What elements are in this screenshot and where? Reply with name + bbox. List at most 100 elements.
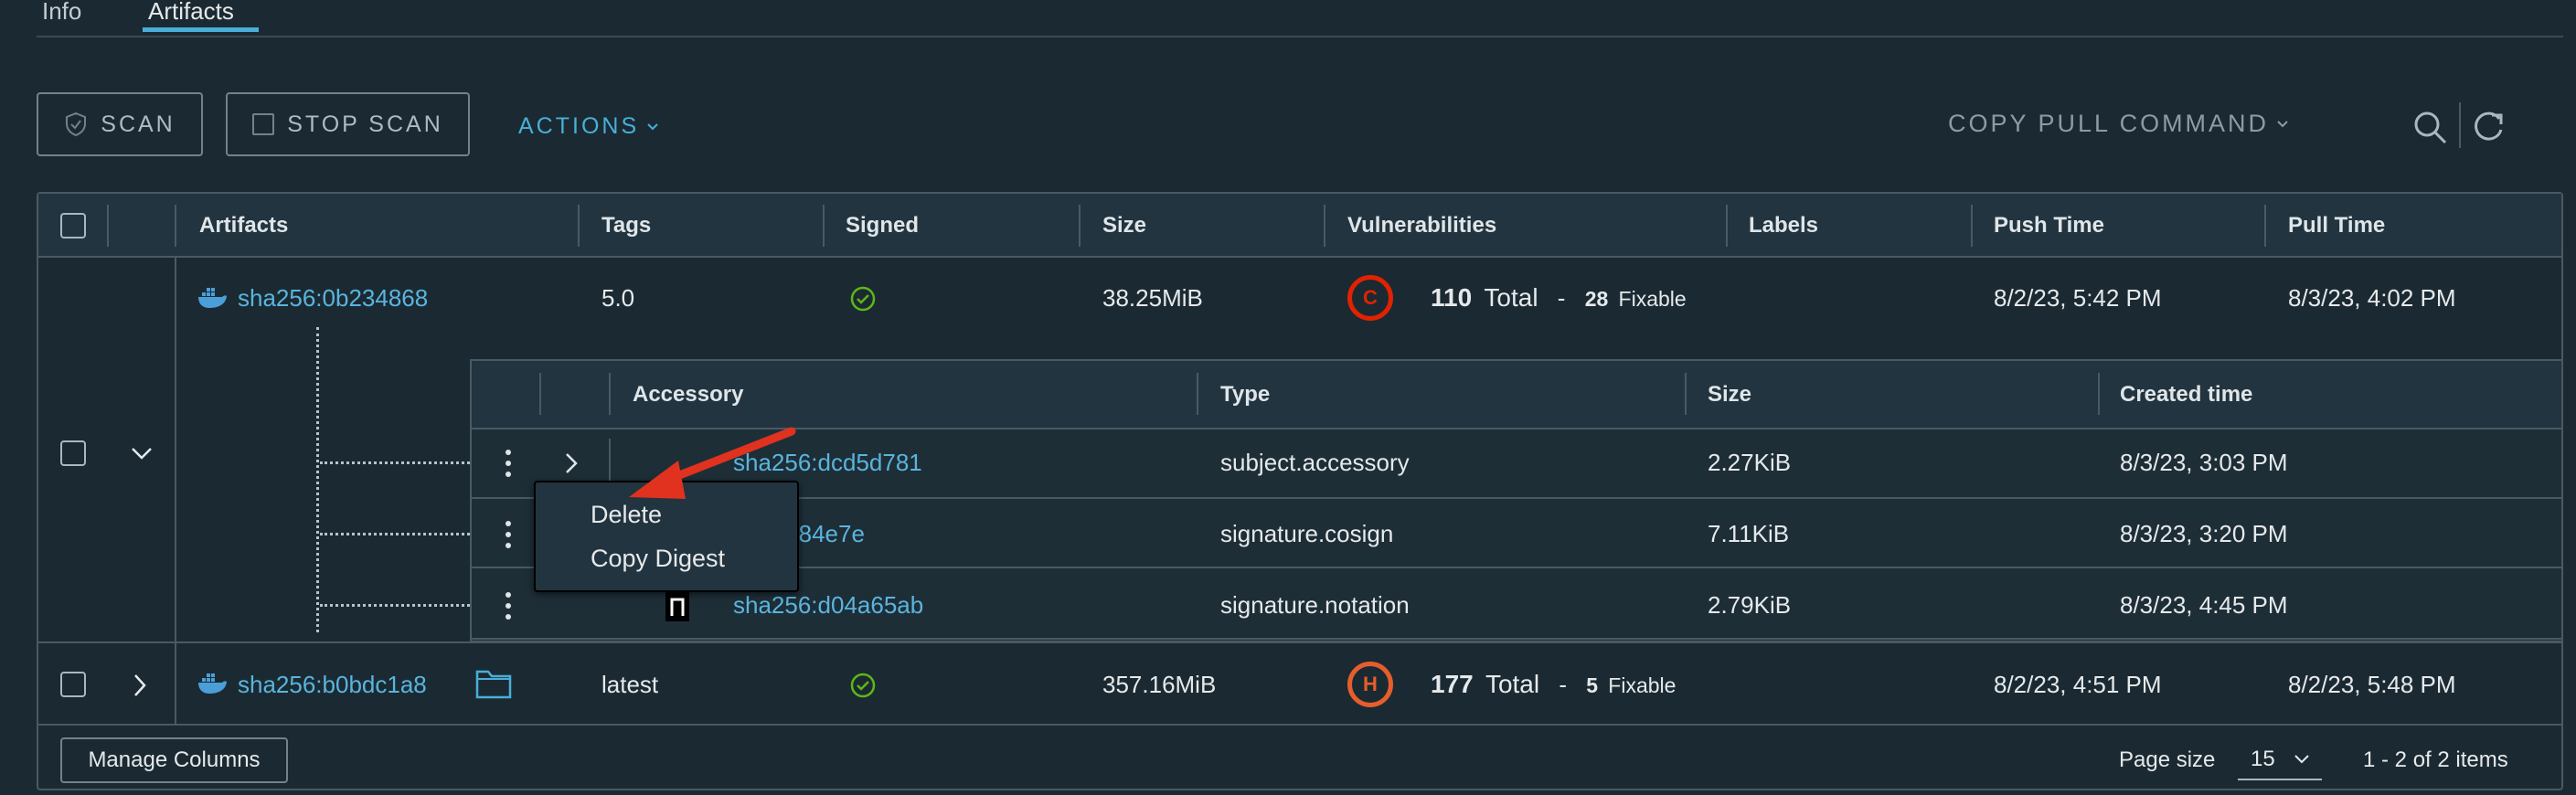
active-tab-indicator	[143, 27, 259, 32]
row-divider	[38, 641, 2561, 643]
header-separator	[539, 373, 541, 415]
actions-dropdown[interactable]: ACTIONS	[518, 113, 659, 140]
vuln-fixable-label: Fixable	[1608, 673, 1677, 697]
tab-artifacts[interactable]: Artifacts	[148, 0, 234, 23]
tabs-divider	[37, 36, 2563, 37]
accessory-type: signature.notation	[1220, 591, 1410, 619]
refresh-icon[interactable]	[2472, 110, 2507, 144]
vuln-dash: -	[1559, 671, 1568, 698]
artifact-pull-time: 8/3/23, 4:02 PM	[2288, 284, 2456, 312]
vulnerability-summary[interactable]: 110 Total - 28 Fixable	[1431, 283, 1687, 313]
header-separator	[578, 205, 580, 247]
tree-connector	[320, 604, 470, 607]
shield-icon	[66, 111, 87, 137]
artifact-push-time: 8/2/23, 4:51 PM	[1994, 671, 2162, 698]
artifact-digest-link[interactable]: sha256:0b234868	[238, 283, 428, 313]
column-labels[interactable]: Labels	[1749, 204, 1818, 248]
severity-letter: H	[1363, 673, 1378, 695]
column-signed[interactable]: Signed	[846, 204, 919, 248]
accessory-created-time: 8/3/23, 4:45 PM	[2120, 591, 2288, 619]
chevron-down-icon	[2277, 120, 2288, 127]
docker-icon	[198, 288, 227, 308]
tree-connector-vertical	[316, 327, 319, 632]
page-size-value: 15	[2251, 747, 2275, 771]
accessory-size: 2.79KiB	[1708, 591, 1792, 619]
artifact-pull-time: 8/2/23, 5:48 PM	[2288, 671, 2456, 698]
signed-check-icon	[850, 673, 876, 698]
manage-columns-button[interactable]: Manage Columns	[60, 737, 288, 783]
column-vulnerabilities[interactable]: Vulnerabilities	[1347, 204, 1496, 248]
vuln-total-count: 177	[1431, 670, 1474, 698]
artifact-tag: 5.0	[601, 284, 635, 312]
artifact-size: 38.25MiB	[1102, 284, 1203, 312]
artifact-size: 357.16MiB	[1102, 671, 1217, 698]
vuln-dash: -	[1557, 284, 1566, 312]
header-separator	[2098, 373, 2100, 415]
header-separator	[1971, 205, 1973, 247]
stop-scan-button[interactable]: STOP SCAN	[226, 92, 470, 156]
vuln-fixable-label: Fixable	[1618, 287, 1687, 311]
vuln-total-label: Total	[1484, 283, 1538, 312]
row-detail-separator	[175, 258, 176, 641]
column-tags[interactable]: Tags	[601, 204, 651, 248]
actions-label: ACTIONS	[518, 113, 640, 139]
chevron-down-icon[interactable]	[130, 445, 154, 461]
column-accessory-size[interactable]: Size	[1708, 378, 1751, 411]
accessory-digest-link[interactable]: sha256:d04a65ab	[733, 590, 923, 620]
tab-info[interactable]: Info	[42, 0, 81, 23]
column-type[interactable]: Type	[1220, 378, 1270, 411]
header-separator	[107, 205, 109, 247]
page-size-label: Page size	[2119, 747, 2216, 772]
pagination-summary: 1 - 2 of 2 items	[2363, 747, 2508, 772]
header-separator	[1726, 205, 1728, 247]
artifact-tag: latest	[601, 671, 659, 698]
copy-pull-command-label: COPY PULL COMMAND	[1948, 110, 2270, 137]
vulnerability-summary[interactable]: 177 Total - 5 Fixable	[1431, 670, 1676, 700]
accessory-type: signature.cosign	[1220, 520, 1394, 547]
kebab-menu-icon[interactable]	[499, 590, 517, 621]
search-icon[interactable]	[2412, 110, 2449, 146]
critical-severity-badge: C	[1347, 275, 1393, 321]
header-separator	[1079, 205, 1080, 247]
annotation-arrow-icon	[629, 427, 796, 499]
scan-label: SCAN	[101, 111, 176, 137]
cell-separator	[175, 643, 176, 724]
signed-check-icon	[850, 286, 876, 312]
column-size[interactable]: Size	[1102, 204, 1146, 248]
column-created-time[interactable]: Created time	[2120, 378, 2252, 411]
menu-item-copy-digest[interactable]: Copy Digest	[591, 543, 725, 574]
page-size-select[interactable]: 15	[2238, 740, 2322, 780]
accessory-type: subject.accessory	[1220, 449, 1410, 476]
vuln-total-count: 110	[1431, 283, 1473, 312]
column-pull-time[interactable]: Pull Time	[2288, 204, 2385, 248]
stop-scan-label: STOP SCAN	[287, 111, 443, 137]
row-checkbox[interactable]	[60, 672, 86, 697]
artifact-digest-link[interactable]: sha256:b0bdc1a8	[238, 670, 427, 699]
kebab-menu-icon[interactable]	[499, 448, 517, 479]
chevron-down-icon	[647, 122, 658, 130]
header-separator	[823, 205, 825, 247]
folder-icon[interactable]	[475, 668, 512, 699]
row-checkbox[interactable]	[60, 440, 86, 466]
notation-icon	[665, 592, 689, 621]
header-separator	[2264, 205, 2266, 247]
copy-pull-command-dropdown[interactable]: COPY PULL COMMAND	[1948, 110, 2289, 138]
header-separator	[609, 373, 611, 415]
footer-divider	[38, 724, 2561, 726]
severity-letter: C	[1363, 286, 1378, 309]
header-separator	[1197, 373, 1198, 415]
kebab-menu-icon[interactable]	[499, 519, 517, 550]
select-all-checkbox[interactable]	[60, 213, 86, 238]
chevron-right-icon[interactable]	[563, 451, 580, 475]
stop-icon	[252, 113, 275, 135]
docker-icon	[198, 673, 227, 694]
scan-button[interactable]: SCAN	[37, 92, 203, 156]
column-artifacts[interactable]: Artifacts	[199, 204, 288, 248]
accessory-size: 2.27KiB	[1708, 449, 1792, 476]
header-separator	[1324, 205, 1325, 247]
column-accessory[interactable]: Accessory	[633, 378, 743, 411]
chevron-right-icon[interactable]	[132, 673, 148, 698]
datagrid-header	[38, 194, 2561, 258]
header-separator	[175, 205, 176, 247]
column-push-time[interactable]: Push Time	[1994, 204, 2104, 248]
